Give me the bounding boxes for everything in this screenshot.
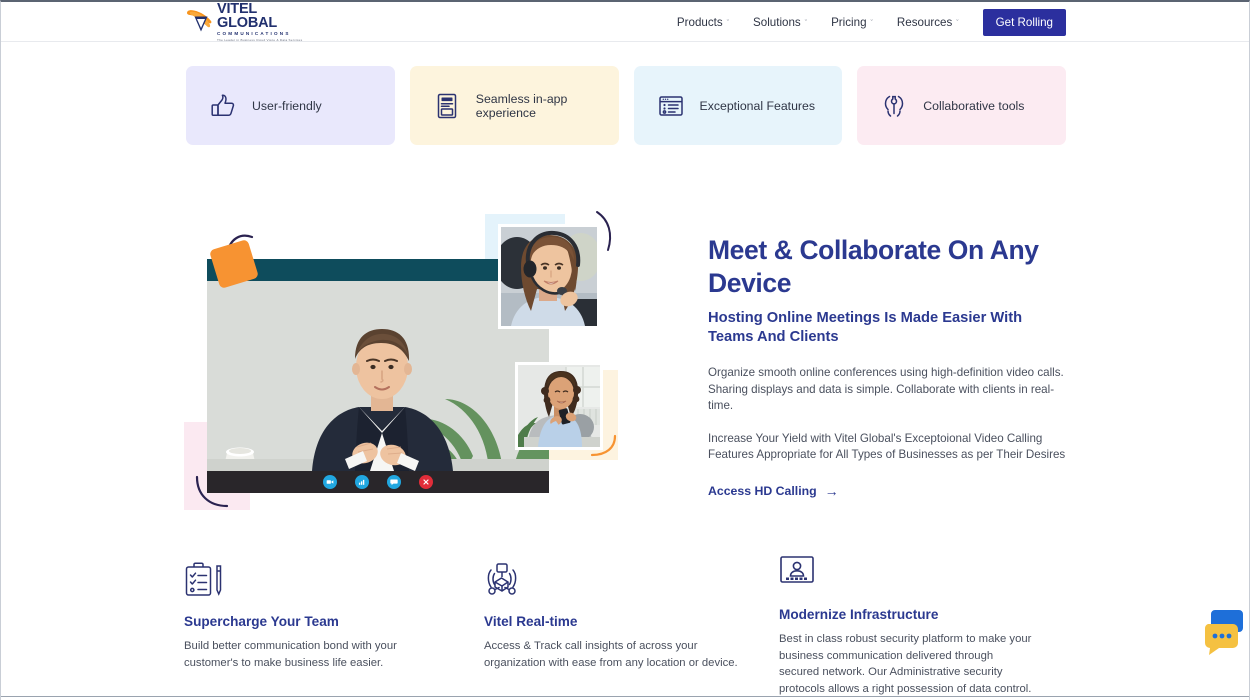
realtime-broadcast-handshake-icon [484,562,739,604]
hero-heading: Meet & Collaborate On Any Device [708,235,1039,298]
feature-supercharge-your-team: Supercharge Your Team Build better commu… [184,562,484,700]
hero-subheading: Hosting Online Meetings Is Made Easier W… [708,310,1023,345]
clipboard-checklist-pencil-icon [184,562,444,604]
feature-vitel-real-time: Vitel Real-time Access & Track call insi… [484,562,779,700]
bottom-divider [1,696,1249,697]
feature-modernize-infrastructure: Modernize Infrastructure Best in class r… [779,555,1074,697]
hero-text-block: Meet & Collaborate On Any Device Hosting… [708,234,1068,500]
user-server-screen-icon [779,555,1034,597]
access-hd-calling-link[interactable]: Access HD Calling → [708,484,839,498]
feature-description: Best in class robust security platform t… [779,633,1032,695]
camera-button[interactable] [323,475,337,489]
chat-button[interactable] [387,475,401,489]
browser-viewport: VITEL GLOBAL COMMUNICATIONS The Leader i… [0,0,1250,700]
feature-description: Access & Track call insights of across y… [484,640,738,669]
feature-description: Build better communication bond with you… [184,640,397,669]
hero-paragraph-1: Organize smooth online conferences using… [708,366,1064,412]
hero-paragraph-2: Increase Your Yield with Vitel Global's … [708,431,1066,462]
feature-columns: Supercharge Your Team Build better commu… [184,556,1074,700]
arrow-right-icon: → [824,482,839,499]
feature-title: Supercharge Your Team [184,614,339,629]
participant-thumbnail-headset [498,224,600,329]
feature-title: Modernize Infrastructure [779,607,939,622]
video-control-bar [207,471,549,493]
feature-title: Vitel Real-time [484,614,578,629]
end-call-button[interactable] [419,475,433,489]
signal-button[interactable] [355,475,369,489]
participant-thumbnail-smartphone [515,362,603,450]
live-chat-launcher[interactable] [1201,604,1243,656]
link-label: Access HD Calling [708,483,817,498]
